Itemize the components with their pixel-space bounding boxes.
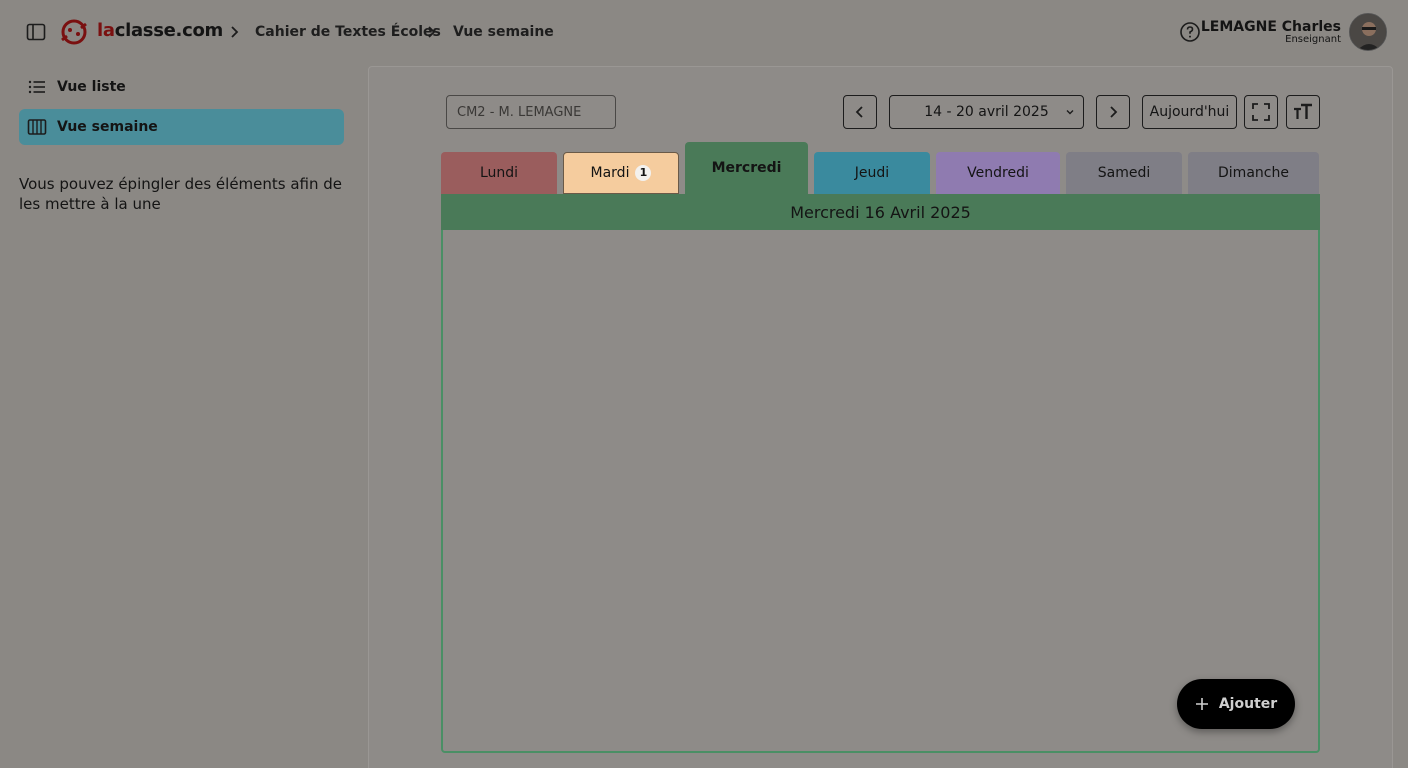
breadcrumb-app[interactable]: Cahier de Textes Écoles [255,24,441,40]
week-range-value: 14 - 20 avril 2025 [924,104,1049,120]
tab-dimanche[interactable]: Dimanche [1188,152,1319,194]
list-icon [28,80,45,94]
logo-text[interactable]: laclasse.com [97,20,223,41]
user-avatar-icon [1350,14,1386,50]
class-select[interactable]: CM2 - M. LEMAGNE [446,95,616,129]
tab-label: Mercredi [711,160,782,176]
app-header: laclasse.com Cahier de Textes Écoles Vue… [0,0,1408,64]
fullscreen-icon [1252,103,1270,121]
tab-vendredi[interactable]: Vendredi [936,152,1060,194]
sidebar-toggle-icon[interactable] [26,22,46,42]
chevron-left-icon [855,106,863,118]
logo-suffix: classe.com [114,20,224,41]
chevron-right-icon [1110,106,1118,118]
day-content-area [441,194,1320,753]
next-week-button[interactable] [1096,95,1130,129]
sidebar-item-vue-liste[interactable]: Vue liste [19,69,344,105]
tab-lundi[interactable]: Lundi [441,152,557,194]
tab-label: Jeudi [854,165,890,181]
class-select-value: CM2 - M. LEMAGNE [457,104,582,120]
add-button[interactable]: Ajouter [1177,679,1295,729]
tab-samedi[interactable]: Samedi [1066,152,1182,194]
sidebar-item-vue-semaine[interactable]: Vue semaine [19,109,344,145]
tab-label: Samedi [1097,165,1151,181]
help-icon[interactable] [1179,21,1201,43]
tab-label: Lundi [479,165,519,181]
tab-label: Vendredi [967,165,1029,181]
entry-count-badge: 1 [635,165,652,181]
previous-week-button[interactable] [843,95,877,129]
fullscreen-button[interactable] [1244,95,1278,129]
week-range-select[interactable]: 14 - 20 avril 2025 [889,95,1084,129]
logo-prefix: la [97,20,115,41]
text-size-icon [1294,103,1312,119]
today-button[interactable]: Aujourd'hui [1142,95,1237,129]
plus-icon [1195,698,1208,710]
sidebar-item-label: Vue liste [57,79,126,95]
tab-mercredi[interactable]: Mercredi [685,142,808,194]
week-columns-icon [27,119,47,135]
text-size-button[interactable] [1286,95,1320,129]
avatar[interactable] [1349,13,1387,51]
breadcrumb-current: Vue semaine [453,24,554,40]
chevron-right-icon [231,26,239,38]
pin-info-text: Vous pouvez épingler des éléments afin d… [19,175,343,213]
day-title: Mercredi 16 Avril 2025 [441,194,1320,230]
add-button-label: Ajouter [1218,696,1278,712]
tab-label: Dimanche [1218,165,1289,181]
tab-jeudi[interactable]: Jeudi [814,152,930,194]
tab-mardi[interactable]: Mardi 1 [563,152,679,194]
user-name: LEMAGNE Charles [1200,19,1341,35]
sidebar-item-label: Vue semaine [57,119,158,135]
today-button-label: Aujourd'hui [1149,104,1230,120]
chevron-right-icon [428,26,436,38]
chevron-down-icon [1066,110,1074,115]
tab-label: Mardi [590,165,630,181]
user-role: Enseignant [1285,34,1341,45]
laclasse-logo-icon[interactable] [58,16,90,48]
